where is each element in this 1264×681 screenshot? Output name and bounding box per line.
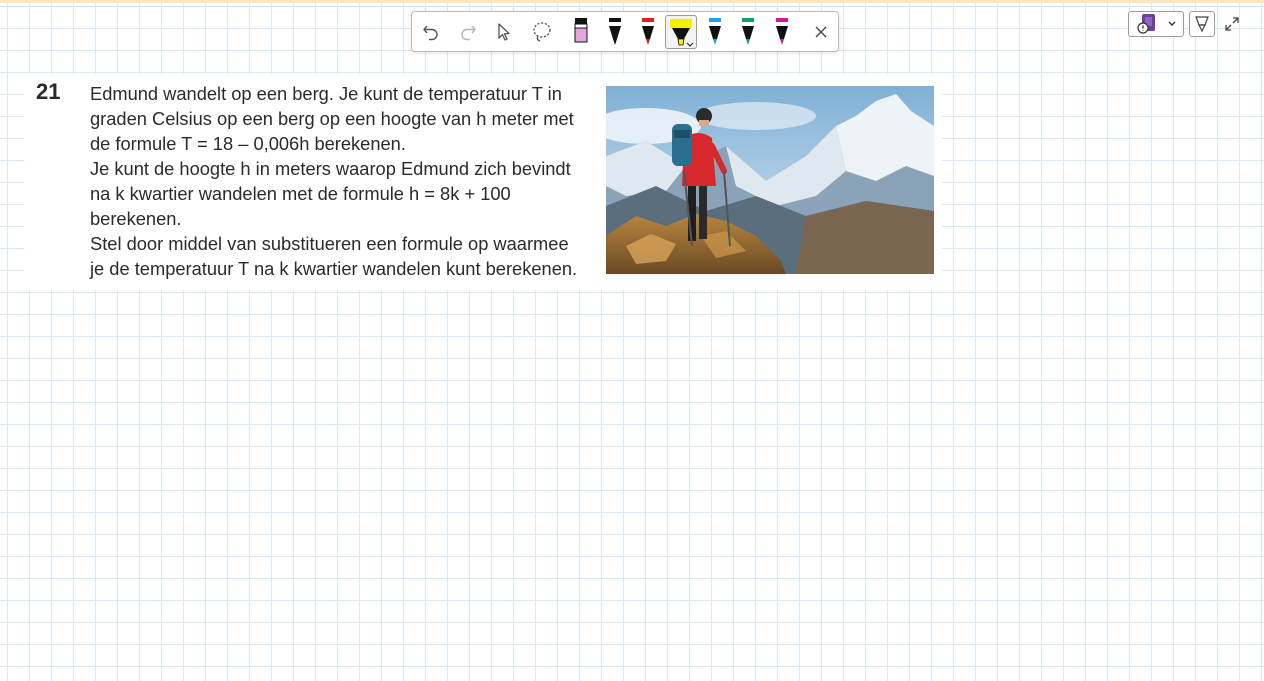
pen-magenta-button[interactable] bbox=[766, 15, 798, 49]
exercise-block: 21 Edmund wandelt op een berg. Je kunt d… bbox=[24, 74, 942, 290]
exercise-line: Je kunt de hoogte h in meters waarop Edm… bbox=[90, 158, 571, 179]
top-accent-bar bbox=[0, 0, 1264, 3]
expand-icon bbox=[1225, 17, 1239, 31]
undo-button[interactable] bbox=[415, 15, 447, 49]
exercise-number: 21 bbox=[36, 79, 61, 104]
pen-blue-icon bbox=[709, 18, 721, 45]
redo-icon bbox=[461, 25, 476, 41]
undo-icon bbox=[423, 25, 438, 41]
pen-red-button[interactable] bbox=[632, 15, 664, 49]
select-button[interactable] bbox=[488, 15, 520, 49]
pen-nib-icon bbox=[1195, 16, 1209, 33]
pen-green-button[interactable] bbox=[732, 15, 764, 49]
fullscreen-button[interactable] bbox=[1222, 13, 1242, 35]
pen-black-pink-icon bbox=[574, 18, 588, 43]
pen-magenta-icon bbox=[776, 18, 788, 45]
chevron-down-icon bbox=[686, 42, 694, 47]
pen-red-icon bbox=[642, 18, 654, 45]
draw-mode-button[interactable] bbox=[1189, 11, 1215, 37]
pen-green-icon bbox=[742, 18, 754, 45]
pen-black-pink-button[interactable] bbox=[565, 15, 597, 49]
exercise-line: graden Celsius op een berg op een hoogte… bbox=[90, 108, 574, 129]
exercise-line: berekenen. bbox=[90, 208, 182, 229]
ink-toolbar bbox=[411, 11, 839, 52]
pen-black-icon bbox=[609, 18, 621, 45]
close-toolbar-button[interactable] bbox=[805, 15, 837, 49]
exercise-text: Edmund wandelt op een berg. Je kunt de t… bbox=[90, 81, 590, 281]
exercise-line: je de temperatuur T na k kwartier wandel… bbox=[90, 258, 578, 279]
exercise-line: Stel door middel van substitueren een fo… bbox=[90, 233, 569, 254]
exercise-line: de formule T = 18 – 0,006h berekenen. bbox=[90, 133, 406, 154]
close-icon bbox=[815, 26, 827, 38]
lasso-icon bbox=[533, 22, 551, 42]
highlighter-yellow-button[interactable] bbox=[665, 15, 697, 49]
lasso-button[interactable] bbox=[526, 15, 558, 49]
redo-button[interactable] bbox=[452, 15, 484, 49]
immersive-reader-dropdown[interactable] bbox=[1128, 11, 1184, 37]
exercise-line: na k kwartier wandelen met de formule h … bbox=[90, 183, 511, 204]
pen-black-button[interactable] bbox=[599, 15, 631, 49]
select-pointer-icon bbox=[498, 23, 510, 41]
chevron-down-icon bbox=[1168, 21, 1176, 26]
exercise-line: Edmund wandelt op een berg. Je kunt de t… bbox=[90, 83, 562, 104]
hiker-mountain-photo bbox=[606, 86, 934, 274]
immersive-reader-icon bbox=[1137, 14, 1155, 34]
pen-blue-button[interactable] bbox=[699, 15, 731, 49]
